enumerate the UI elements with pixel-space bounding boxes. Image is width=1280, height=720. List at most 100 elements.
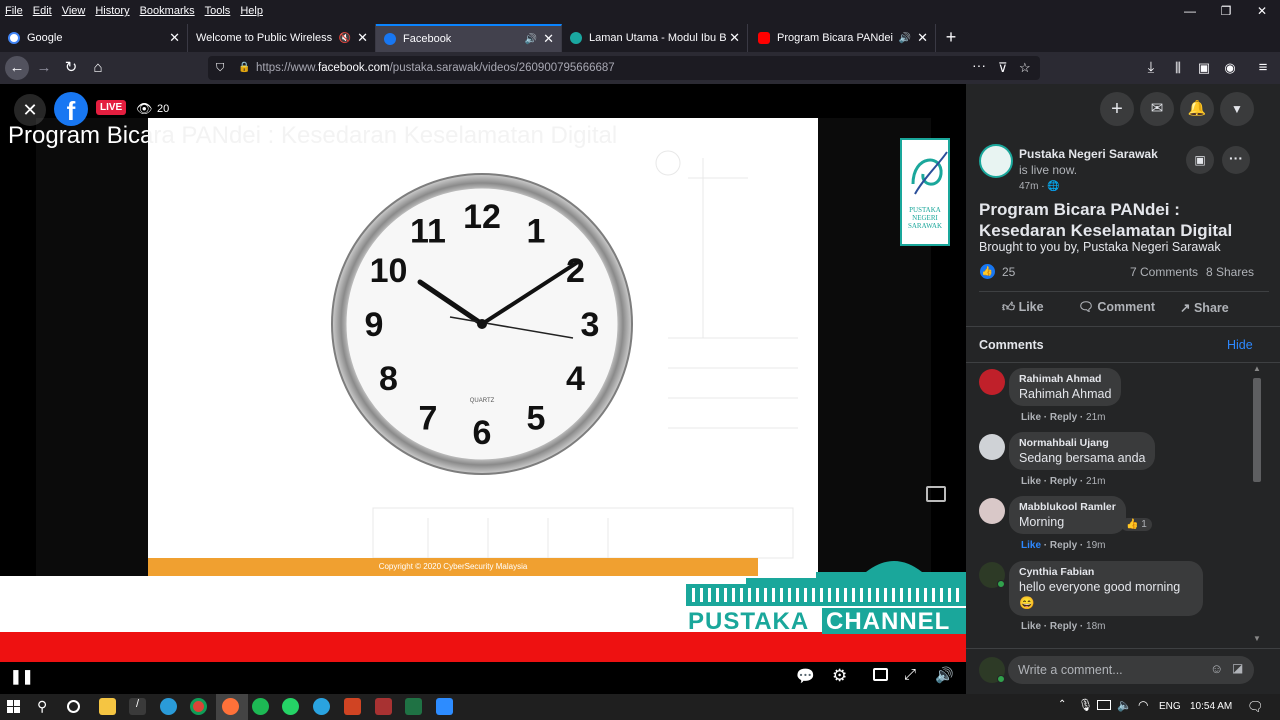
avatar[interactable] [979, 498, 1005, 524]
volume-icon[interactable]: 🔊 [935, 666, 954, 684]
comment-like-link[interactable]: Like [1021, 540, 1041, 551]
more-icon[interactable]: ··· [972, 53, 986, 77]
minimize-button[interactable]: — [1172, 0, 1208, 22]
sidebar-icon[interactable]: ▣ [1192, 56, 1216, 80]
close-icon[interactable]: ✕ [917, 30, 928, 46]
video-player[interactable]: 12 1 2 3 4 5 6 7 8 9 10 11 QUARTZ Copyright © 2020 … [0, 84, 966, 662]
comment-reaction-badge[interactable]: 👍 1 [1121, 518, 1152, 531]
comment-like-link[interactable]: Like [1021, 621, 1041, 632]
hide-comments-link[interactable]: Hide [1227, 338, 1253, 352]
firefox-icon[interactable] [222, 698, 239, 715]
comment-reply-link[interactable]: Reply [1050, 621, 1077, 632]
comment-author[interactable]: Normahbali Ujang [1019, 437, 1145, 449]
comments-count[interactable]: 7 Comments [1130, 265, 1198, 279]
scrollbar-thumb[interactable] [1253, 378, 1261, 482]
emoji-icon[interactable]: ☺ [1210, 661, 1223, 676]
comment-reply-link[interactable]: Reply [1050, 540, 1077, 551]
chrome-icon[interactable] [190, 698, 207, 715]
account-menu-icon[interactable]: ▼ [1220, 92, 1254, 126]
windows-start-icon[interactable] [7, 700, 21, 714]
notifications-bell-icon[interactable]: 🔔 [1180, 92, 1214, 126]
close-icon[interactable]: ✕ [169, 30, 180, 46]
menu-bookmarks[interactable]: Bookmarks [135, 5, 200, 17]
sticker-icon[interactable]: ◪ [1232, 661, 1243, 675]
avatar[interactable] [979, 434, 1005, 460]
miniplayer-icon[interactable] [873, 668, 888, 681]
pocket-icon[interactable]: ⊽ [998, 56, 1008, 80]
lock-icon[interactable]: 🔒 [238, 56, 250, 80]
close-icon[interactable]: ✕ [543, 31, 554, 47]
comment-author[interactable]: Mabblukool Ramler [1019, 501, 1116, 513]
download-icon[interactable]: ⤓ [1139, 56, 1163, 80]
battery-icon[interactable] [1097, 700, 1111, 710]
notification-center-icon[interactable]: 🗨 [1247, 699, 1264, 715]
excel-icon[interactable] [405, 698, 422, 715]
new-tab-button[interactable]: + [940, 26, 962, 48]
save-post-icon[interactable]: ▣ [1186, 146, 1214, 174]
app-icon[interactable] [375, 698, 392, 715]
menu-file[interactable]: File [0, 5, 28, 17]
share-button[interactable]: ↗ Share [1180, 300, 1229, 315]
whatsapp-icon[interactable] [282, 698, 299, 715]
pause-button[interactable]: ❚❚ [10, 668, 33, 685]
menu-edit[interactable]: Edit [28, 5, 57, 17]
spotify-icon[interactable] [252, 698, 269, 715]
file-explorer-icon[interactable] [99, 698, 116, 715]
muted-icon[interactable]: 🔇 [339, 33, 351, 44]
settings-gear-icon[interactable]: ⚙ [832, 666, 847, 686]
microphone-icon[interactable]: 🎙 [1078, 698, 1093, 712]
shield-icon[interactable]: ⛉ [216, 56, 224, 80]
fullscreen-icon[interactable]: ⤢ [904, 666, 916, 683]
close-icon[interactable]: ✕ [729, 30, 740, 46]
picture-in-picture-icon[interactable] [926, 486, 946, 502]
library-icon[interactable]: ⫼ [1166, 56, 1190, 80]
url-bar[interactable]: ⛉ 🔒 https://www.facebook.com/pustaka.sar… [208, 56, 1040, 80]
comment-button[interactable]: 🗨 Comment [1078, 300, 1155, 315]
close-window-button[interactable]: ✕ [1244, 0, 1280, 22]
comment-author[interactable]: Cynthia Fabian [1019, 566, 1193, 578]
speaker-icon[interactable]: 🔊 [525, 34, 537, 45]
create-button[interactable]: + [1100, 92, 1134, 126]
more-options-icon[interactable]: ··· [1222, 146, 1250, 174]
menu-history[interactable]: History [90, 5, 134, 17]
back-button[interactable]: ← [5, 56, 29, 80]
menu-icon[interactable]: ≡ [1251, 56, 1275, 80]
comment-reply-link[interactable]: Reply [1050, 476, 1077, 487]
powerpoint-icon[interactable] [344, 698, 361, 715]
home-button[interactable]: ⌂ [86, 56, 110, 80]
restore-button[interactable]: ❐ [1208, 0, 1244, 22]
like-button[interactable]: 👍︎ Like [1002, 300, 1044, 315]
close-icon[interactable]: ✕ [357, 30, 368, 46]
tab-google[interactable]: Google ✕ [0, 24, 188, 52]
bookmark-star-icon[interactable]: ☆ [1019, 56, 1031, 80]
facebook-logo-icon[interactable]: f [54, 92, 88, 126]
muted-speaker-icon[interactable]: 🔈 [1117, 698, 1132, 712]
tray-chevron-icon[interactable]: ⌃ [1058, 699, 1066, 710]
tab-wireless[interactable]: Welcome to Public Wireless Net 🔇 ✕ [188, 24, 376, 52]
comment-reply-link[interactable]: Reply [1050, 412, 1077, 423]
pen-app-icon[interactable]: / [129, 698, 146, 715]
scrollbar[interactable]: ▲ ▼ [1252, 364, 1264, 646]
forward-button[interactable]: → [32, 56, 56, 80]
captions-icon[interactable]: 💬 [796, 667, 815, 685]
comment-like-link[interactable]: Like [1021, 476, 1041, 487]
clock-time[interactable]: 10:54 AM [1190, 701, 1232, 712]
tab-laman-utama[interactable]: Laman Utama - Modul Ibu Bap ✕ [562, 24, 748, 52]
menu-help[interactable]: Help [235, 5, 268, 17]
speaker-icon[interactable]: 🔊 [899, 33, 911, 44]
account-icon[interactable]: ◉ [1218, 56, 1242, 80]
page-name[interactable]: Pustaka Negeri Sarawak [1019, 147, 1158, 161]
shares-count[interactable]: 8 Shares [1206, 265, 1254, 279]
zoom-icon[interactable] [436, 698, 453, 715]
comment-input[interactable]: Write a comment... ☺ ◪ [1008, 656, 1254, 684]
page-avatar[interactable] [979, 144, 1013, 178]
edge-icon[interactable] [160, 698, 177, 715]
messenger-icon[interactable]: ✉ [1140, 92, 1174, 126]
menu-tools[interactable]: Tools [200, 5, 236, 17]
tab-facebook[interactable]: Facebook 🔊 ✕ [376, 24, 562, 52]
menu-view[interactable]: View [57, 5, 91, 17]
avatar[interactable] [979, 369, 1005, 395]
language-indicator[interactable]: ENG [1159, 701, 1181, 712]
reaction-count[interactable]: 25 [1002, 265, 1015, 279]
tab-youtube[interactable]: Program Bicara PANdei : Ke 🔊 ✕ [750, 24, 936, 52]
